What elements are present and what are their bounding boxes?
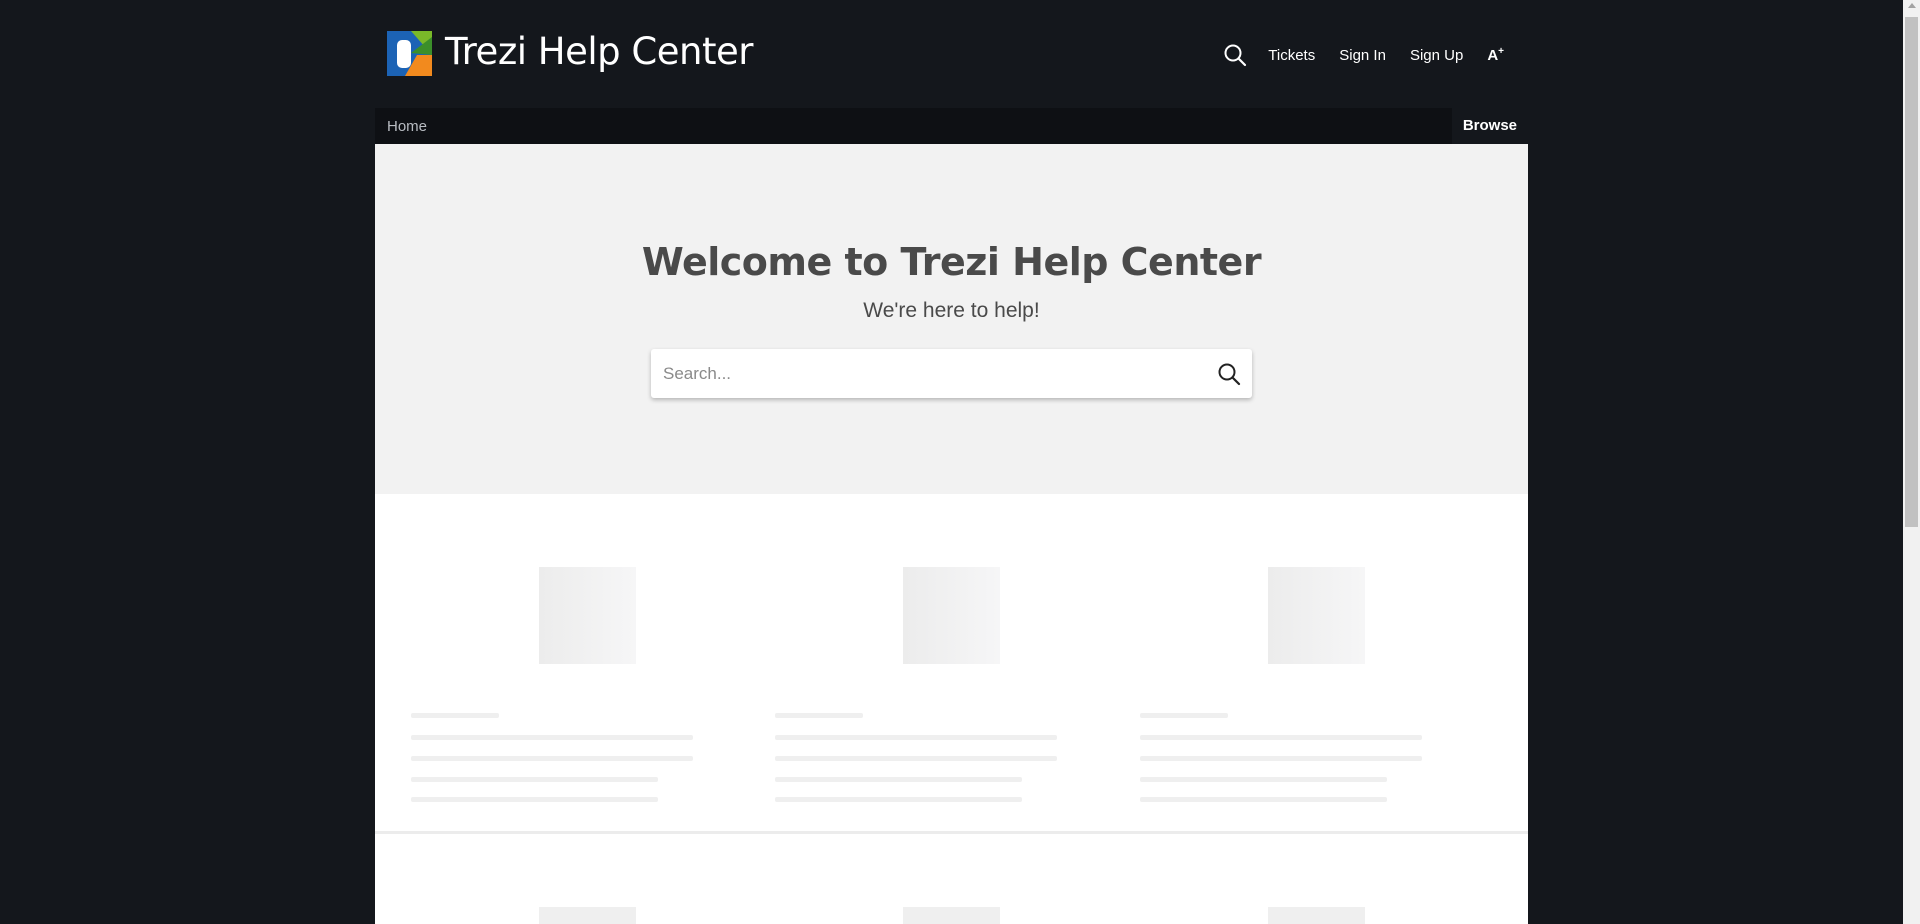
font-size-label: A [1487, 47, 1499, 64]
skeleton-line [775, 777, 1022, 782]
skeleton-line [775, 797, 1022, 802]
sign-in-link[interactable]: Sign In [1339, 47, 1386, 64]
skeleton-line [411, 797, 658, 802]
skeleton-line [775, 713, 863, 718]
font-size-sup: + [1498, 46, 1504, 57]
page-title: Welcome to Trezi Help Center [641, 240, 1262, 284]
skeleton-line [1140, 713, 1228, 718]
loading-card [411, 494, 711, 834]
skeleton-image [903, 567, 1000, 664]
breadcrumb-home[interactable]: Home [387, 118, 427, 135]
page-scrollbar[interactable] [1903, 0, 1920, 924]
scroll-up-icon[interactable] [1908, 3, 1916, 8]
skeleton-image [539, 567, 636, 664]
sign-up-link[interactable]: Sign Up [1410, 47, 1463, 64]
skeleton-image [1268, 907, 1365, 924]
top-navigation: Tickets Sign In Sign Up A+ [1222, 40, 1528, 70]
loading-card [775, 494, 1075, 834]
section-divider [375, 831, 1528, 834]
skeleton-image [903, 907, 1000, 924]
search-input[interactable] [663, 349, 1203, 398]
hero-banner: Welcome to Trezi Help Center We're here … [375, 144, 1528, 494]
skeleton-line [1140, 756, 1422, 761]
tickets-link[interactable]: Tickets [1268, 47, 1315, 64]
skeleton-line [411, 756, 693, 761]
skeleton-line [411, 735, 693, 740]
skeleton-line [1140, 735, 1422, 740]
skeleton-line [1140, 797, 1387, 802]
loading-card [1140, 494, 1440, 834]
category-grid [375, 494, 1528, 924]
font-size-toggle-icon[interactable]: A+ [1487, 46, 1504, 64]
site-title[interactable]: Trezi Help Center [445, 30, 753, 73]
skeleton-line [775, 735, 1057, 740]
trezi-logo[interactable] [387, 31, 432, 76]
skeleton-line [411, 713, 499, 718]
scrollbar-thumb[interactable] [1905, 17, 1918, 527]
search-icon[interactable] [1222, 42, 1248, 68]
breadcrumb-bar: Home Browse [375, 108, 1528, 144]
browse-button[interactable]: Browse [1451, 108, 1528, 144]
skeleton-image [1268, 567, 1365, 664]
search-box [651, 349, 1252, 398]
skeleton-line [775, 756, 1057, 761]
site-header: Trezi Help Center Tickets Sign In Sign U… [375, 0, 1528, 108]
skeleton-image [539, 907, 636, 924]
search-submit-icon[interactable] [1216, 361, 1242, 387]
page-subtitle: We're here to help! [863, 299, 1040, 322]
skeleton-line [411, 777, 658, 782]
skeleton-line [1140, 777, 1387, 782]
